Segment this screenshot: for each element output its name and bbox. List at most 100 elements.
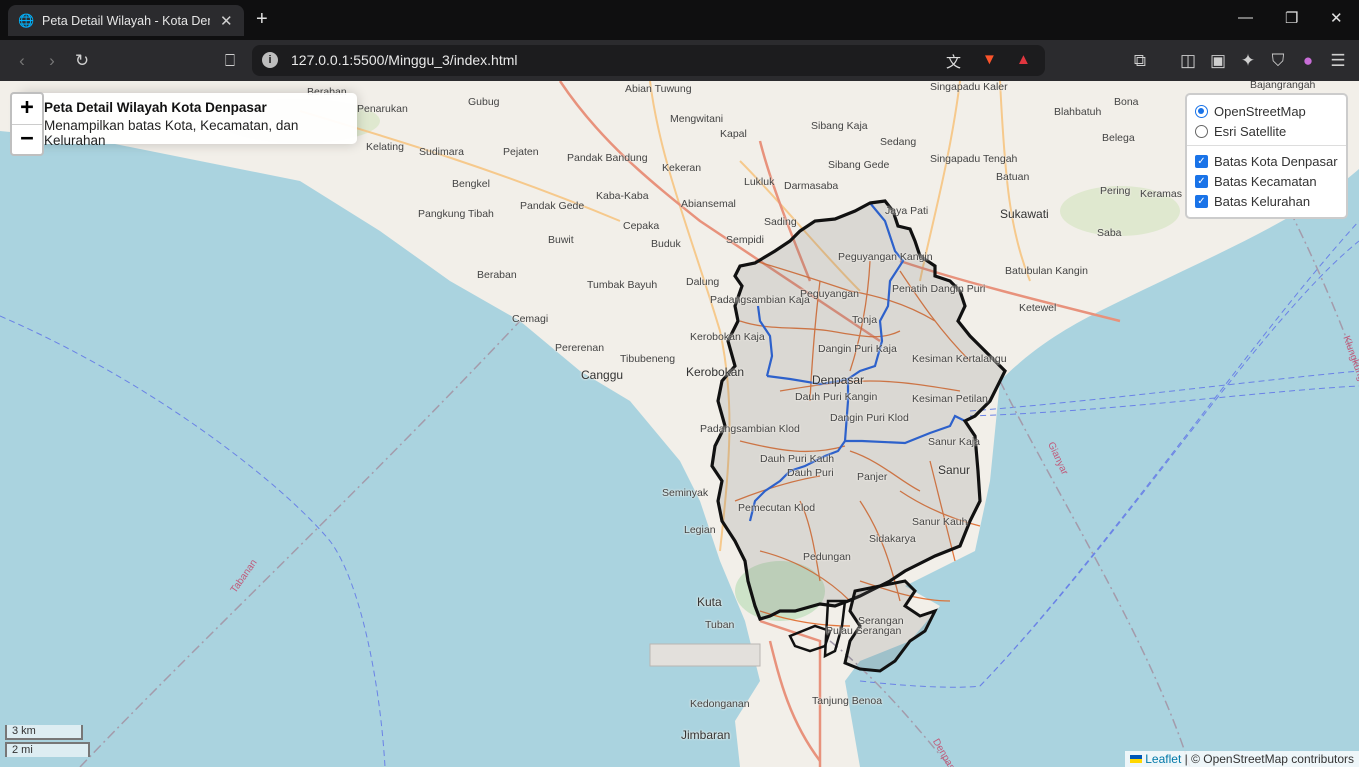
place-label: Gubug [468,96,500,108]
info-panel: Peta Detail Wilayah Kota Denpasar Menamp… [20,93,357,148]
place-label: Pandak Gede [520,200,585,212]
browser-toolbar: ‹ › ↻ ⎕ i 127.0.0.1:5500/Minggu_3/index.… [0,40,1359,81]
place-label: Buwit [548,234,574,246]
place-label: Pulau Serangan [826,625,902,637]
zoom-control: + − [10,92,44,156]
layer-label: Batas Kota Denpasar [1214,153,1338,169]
place-label: Beraban [477,269,517,281]
bookmark-icon[interactable]: ⎕ [219,50,241,72]
place-label: Peguyangan [800,288,859,300]
place-label: Tumbak Bayuh [587,279,658,291]
site-info-icon[interactable]: i [262,52,278,68]
radio-selected-icon[interactable] [1195,104,1208,118]
place-label: Kuta [697,595,722,609]
back-icon[interactable]: ‹ [11,50,33,72]
place-label: Sibang Gede [828,159,890,171]
radio-unselected-icon[interactable] [1195,124,1208,138]
place-label: Abiansemal [681,198,736,210]
maximize-icon[interactable]: ❐ [1285,9,1298,27]
address-bar[interactable]: i 127.0.0.1:5500/Minggu_3/index.html 文 ▼… [252,45,1045,76]
place-label: Kapal [720,128,747,140]
leo-ai-icon[interactable]: ✦ [1237,50,1259,72]
zoom-out-button[interactable]: − [12,124,42,154]
globe-icon: 🌐 [18,12,35,28]
checkbox-checked-icon[interactable]: ✓ [1195,194,1208,208]
place-label: Singapadu Kaler [930,81,1008,93]
place-label: Padangsambian Klod [700,423,800,435]
attribution-text: | © OpenStreetMap contributors [1184,752,1354,766]
zoom-in-button[interactable]: + [12,94,42,124]
place-label: Tanjung Benoa [812,695,883,707]
place-label: Penatih Dangin Puri [892,283,986,295]
place-label: Kesiman Kertalangu [912,353,1007,365]
place-label: Jimbaran [681,728,731,742]
place-label: Cemagi [512,313,549,325]
place-label: Penarukan [357,103,408,115]
forward-icon[interactable]: › [41,50,63,72]
brave-rewards-icon[interactable]: ▲ [1016,51,1031,68]
leaflet-map[interactable]: Beraban Penarukan Gubug Abian Tuwung Men… [0,81,1359,767]
place-label: Canggu [581,368,624,382]
translate-icon[interactable]: 文 [946,51,961,72]
place-label: Lukluk [744,176,775,188]
sidebar-icon[interactable]: ◫ [1177,50,1199,72]
place-label: Sanur [938,463,971,477]
layer-label: OpenStreetMap [1214,103,1306,119]
place-label: Pemecutan Klod [738,502,816,514]
place-label: Sading [764,216,797,228]
place-label: Panjer [857,471,888,483]
menu-icon[interactable]: ☰ [1327,50,1349,72]
place-label: Pererenan [555,342,605,354]
browser-tab[interactable]: 🌐 Peta Detail Wilayah - Kota Denpasar ✕ [8,5,244,36]
brave-shields-icon[interactable]: ▼ [982,51,997,68]
place-label: Bajangrangah [1250,81,1316,91]
tab-title: Peta Detail Wilayah - Kota Denpasar [42,13,210,28]
place-label: Dauh Puri [787,467,834,479]
overlay-kelurahan[interactable]: ✓ Batas Kelurahan [1195,191,1338,211]
place-label: Sidakarya [869,533,916,545]
base-layer-esri[interactable]: Esri Satellite [1195,121,1338,141]
close-tab-icon[interactable]: ✕ [220,12,233,30]
place-label: Cepaka [623,220,660,232]
place-label: Pejaten [503,146,539,158]
profile-icon[interactable]: ● [1297,50,1319,72]
reload-icon[interactable]: ↻ [71,50,93,72]
place-label: Dangin Puri Kaja [818,343,897,355]
place-label: Seminyak [662,487,709,499]
overlay-kota[interactable]: ✓ Batas Kota Denpasar [1195,151,1338,171]
base-layer-osm[interactable]: OpenStreetMap [1195,101,1338,121]
overlay-kecamatan[interactable]: ✓ Batas Kecamatan [1195,171,1338,191]
vpn-shield-icon[interactable]: ⛉ [1267,50,1289,72]
checkbox-checked-icon[interactable]: ✓ [1195,154,1208,168]
place-label: Kedonganan [690,698,750,710]
url-text[interactable]: 127.0.0.1:5500/Minggu_3/index.html [291,52,518,68]
info-subtitle: Menampilkan batas Kota, Kecamatan, dan K… [44,118,299,148]
place-label: Saba [1097,227,1122,239]
wallet-icon[interactable]: ▣ [1207,50,1229,72]
place-label: Buduk [651,238,681,250]
place-label: Bona [1114,96,1139,108]
leaflet-link[interactable]: Leaflet [1145,752,1181,766]
place-label: Pangkung Tibah [418,208,494,220]
place-label: Dauh Puri Kauh [760,453,835,465]
place-label: Darmasaba [784,180,839,192]
media-icon[interactable]: ⧉ [1129,50,1151,72]
place-label: Ketewel [1019,302,1057,314]
layer-label: Batas Kelurahan [1214,193,1311,209]
place-label: Pedungan [803,551,851,563]
place-label: Kesiman Petilan [912,393,988,405]
place-label: Keramas [1140,188,1183,200]
close-window-icon[interactable]: ✕ [1330,9,1343,27]
minimize-icon[interactable]: — [1238,9,1253,26]
scale-metric: 3 km [5,725,83,740]
place-label: Kerobokan [686,365,745,379]
attribution: Leaflet | © OpenStreetMap contributors [1125,751,1359,767]
place-label: Peguyangan Kangin [838,251,933,263]
place-label: Kelating [366,141,404,153]
checkbox-checked-icon[interactable]: ✓ [1195,174,1208,188]
layer-separator [1187,145,1346,146]
place-label: Kaba-Kaba [596,190,649,202]
place-label: Dalung [686,276,720,288]
place-label: Sempidi [726,234,764,246]
new-tab-icon[interactable]: + [256,8,268,31]
